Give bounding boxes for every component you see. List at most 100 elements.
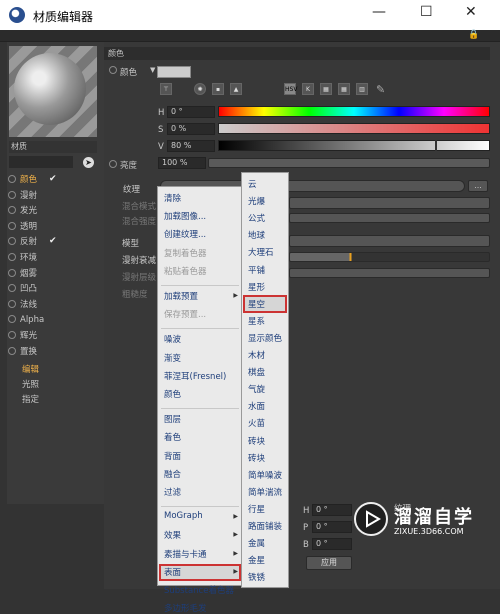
surface-submenu-item[interactable]: 平铺	[248, 264, 265, 276]
channel-radio-icon[interactable]	[8, 346, 16, 355]
menu-item[interactable]: 噪波	[164, 333, 181, 345]
eyedropper-icon[interactable]: ✎	[376, 83, 385, 96]
channel-item[interactable]: 法线	[8, 299, 37, 312]
channel-item[interactable]: 辉光	[8, 330, 37, 343]
surface-submenu-item[interactable]: 金星	[248, 554, 265, 566]
material-name-field[interactable]	[9, 156, 73, 168]
menu-item[interactable]: 加载预置	[164, 290, 198, 302]
wheel-mode-icon[interactable]: ⊤	[160, 83, 172, 95]
channel-checkbox-icon[interactable]: ✔	[49, 236, 57, 246]
minimize-button[interactable]: —	[372, 4, 386, 20]
surface-submenu-item[interactable]: 显示颜色	[248, 332, 282, 344]
material-name[interactable]: 材质	[9, 141, 97, 153]
channel-radio-icon[interactable]	[8, 175, 16, 183]
h-field[interactable]: 0 °	[167, 106, 215, 118]
lock-icon[interactable]: 🔒	[468, 30, 479, 40]
apply-button[interactable]: 应用	[306, 556, 352, 570]
texture-more-button[interactable]: ...	[468, 180, 488, 192]
model-dropdown[interactable]	[289, 235, 490, 247]
channel-item[interactable]: 环境	[8, 252, 37, 265]
menu-item[interactable]: 着色	[164, 431, 181, 443]
menu-item[interactable]: 创建纹理...	[164, 228, 206, 240]
picker-icon[interactable]: ➤	[83, 157, 94, 168]
color-radio-icon[interactable]	[109, 66, 117, 74]
channel-radio-icon[interactable]	[8, 221, 16, 230]
menu-item[interactable]: 背面	[164, 450, 181, 462]
surface-submenu-item[interactable]: 木材	[248, 349, 265, 361]
menu-item[interactable]: Substance着色器	[164, 584, 234, 596]
brightness-radio-icon[interactable]	[109, 160, 117, 168]
hue-slider[interactable]	[218, 106, 490, 117]
surface-submenu-item[interactable]: 气旋	[248, 383, 265, 395]
surface-submenu-item[interactable]: 砖块	[248, 452, 265, 464]
s-field[interactable]: 0 %	[167, 123, 215, 135]
menu-item[interactable]: MoGraph	[164, 511, 203, 521]
channel-radio-icon[interactable]	[8, 331, 16, 339]
sub-item[interactable]: 光照	[22, 378, 39, 390]
hsv-tab[interactable]: HSV	[284, 83, 297, 95]
surface-submenu-item[interactable]: 路面铺装	[248, 520, 282, 532]
v-field[interactable]: 80 %	[167, 140, 215, 152]
surface-submenu-item[interactable]: 铁锈	[248, 571, 265, 583]
rgb-mode-icon[interactable]: ▦	[320, 83, 332, 95]
menu-item[interactable]: 表面	[164, 566, 181, 578]
swatch-mode-icon[interactable]: ▥	[356, 83, 368, 95]
channel-radio-icon[interactable]	[8, 284, 16, 293]
image-mode-icon[interactable]: ▪	[212, 83, 224, 95]
mix-mode-dropdown[interactable]	[289, 197, 490, 209]
k-mode-icon[interactable]: K	[302, 83, 314, 95]
saturation-slider[interactable]	[218, 123, 490, 134]
channel-item[interactable]: 凹凸	[8, 283, 37, 296]
channel-item[interactable]: 颜色	[8, 174, 37, 187]
close-button[interactable]: ✕	[465, 4, 477, 20]
surface-submenu-item[interactable]: 地球	[248, 229, 265, 241]
surface-submenu-item[interactable]: 大理石	[248, 246, 274, 258]
channel-item[interactable]: 发光	[8, 205, 37, 218]
surface-submenu-item[interactable]: 火苗	[248, 417, 265, 429]
channel-radio-icon[interactable]	[8, 253, 16, 261]
channel-radio-icon[interactable]	[8, 299, 16, 308]
surface-submenu-item[interactable]: 金属	[248, 537, 265, 549]
channel-checkbox-icon[interactable]: ✔	[49, 174, 57, 184]
brightness-slider[interactable]	[208, 158, 490, 168]
menu-item[interactable]: 渐变	[164, 352, 181, 364]
surface-submenu-item[interactable]: 水面	[248, 400, 265, 412]
channel-radio-icon[interactable]	[8, 206, 16, 215]
menu-item[interactable]: 图层	[164, 413, 181, 425]
surface-submenu-item[interactable]: 星系	[248, 315, 265, 327]
channel-radio-icon[interactable]	[8, 190, 16, 199]
surface-submenu-item[interactable]: 星形	[248, 281, 265, 293]
channel-item[interactable]: 漫射	[8, 190, 37, 203]
menu-item[interactable]: 效果	[164, 529, 181, 541]
menu-item[interactable]: 清除	[164, 192, 181, 204]
diffuse-level-slider[interactable]	[289, 268, 490, 278]
channel-item[interactable]: Alpha	[8, 314, 44, 327]
value-slider-handle[interactable]	[435, 140, 437, 151]
menu-item[interactable]: 菲涅耳(Fresnel)	[164, 370, 226, 382]
channel-radio-icon[interactable]	[8, 315, 16, 324]
channel-radio-icon[interactable]	[8, 237, 16, 246]
maximize-button[interactable]: ☐	[420, 4, 433, 20]
material-preview[interactable]	[9, 46, 97, 137]
menu-item[interactable]: 颜色	[164, 388, 181, 400]
brightness-field[interactable]: 100 %	[158, 157, 206, 169]
channel-item[interactable]: 透明	[8, 221, 37, 234]
coord-b-field[interactable]: 0 °	[312, 538, 352, 550]
channel-radio-icon[interactable]	[8, 268, 16, 277]
coord-p-field[interactable]: 0 °	[312, 521, 352, 533]
spectrum-mode-icon[interactable]: ✺	[194, 83, 206, 95]
color-swatch[interactable]	[157, 66, 191, 78]
coord-h-field[interactable]: 0 °	[312, 504, 352, 516]
menu-item[interactable]: 加载图像...	[164, 210, 206, 222]
surface-submenu-item[interactable]: 光爆	[248, 195, 265, 207]
mix-strength-slider[interactable]	[289, 213, 490, 223]
dropdown-arrow-icon[interactable]: ▼	[150, 66, 155, 74]
sub-item[interactable]: 编辑	[22, 363, 39, 375]
menu-item[interactable]: 融合	[164, 468, 181, 480]
channel-item[interactable]: 反射	[8, 236, 37, 249]
value-slider[interactable]	[218, 140, 490, 151]
surface-submenu-item[interactable]: 云	[248, 178, 257, 190]
surface-submenu-item[interactable]: 行星	[248, 503, 265, 515]
sub-item[interactable]: 指定	[22, 393, 39, 405]
grid-mode-icon[interactable]: ▦	[338, 83, 350, 95]
